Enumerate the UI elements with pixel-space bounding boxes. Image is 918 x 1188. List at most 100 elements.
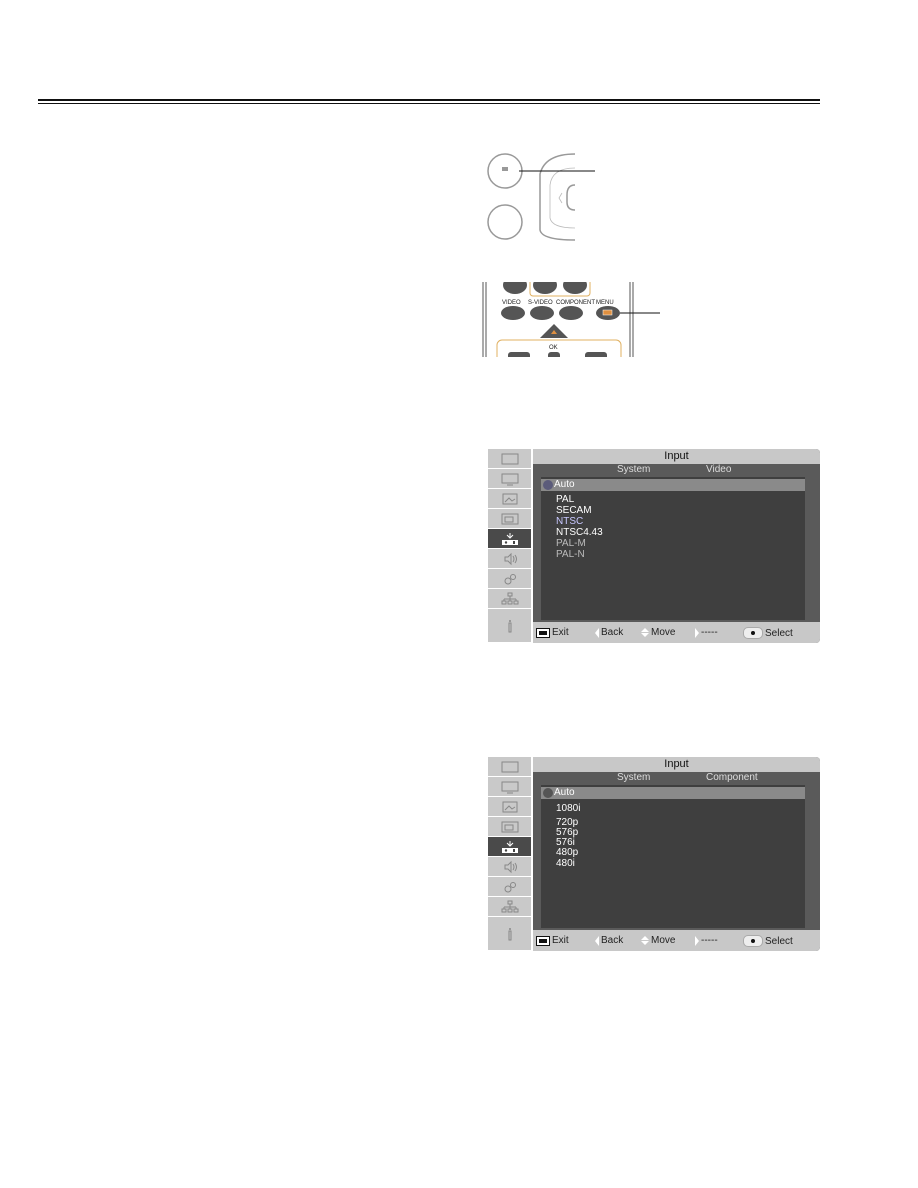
sidebar-item-sound[interactable] [488, 549, 531, 569]
footer-next-label: ----- [701, 627, 718, 638]
header-input-type: Video [706, 464, 732, 475]
sidebar-item-information[interactable] [488, 917, 531, 951]
option-item[interactable]: 480i [556, 858, 575, 869]
option-item[interactable]: 480p [556, 847, 578, 858]
header-rule-bottom [38, 103, 820, 104]
image-adjust-icon [501, 513, 518, 524]
sidebar-item-input[interactable] [488, 837, 531, 857]
footer-select: Select [743, 627, 793, 639]
footer-move-label: Move [651, 627, 676, 638]
display-icon [501, 453, 518, 464]
menu-panel: Input System Component Auto 1080i 720p 5… [533, 757, 820, 951]
information-icon [508, 927, 511, 940]
panel-button [487, 204, 523, 240]
sound-icon [504, 860, 517, 873]
footer-select: Select [743, 935, 793, 947]
option-label: Auto [554, 787, 575, 798]
component-label: COMPONENT [556, 300, 595, 306]
image-select-icon [502, 493, 517, 504]
menu-sidebar [486, 757, 531, 951]
option-list: Auto 1080i 720p 576p 576i 480p 480i [541, 785, 805, 928]
panel-ring-inner [549, 167, 576, 229]
video-label: VIDEO [502, 300, 521, 306]
network-icon [501, 900, 518, 912]
option-item[interactable]: NTSC [556, 516, 583, 527]
footer-next: ----- [695, 627, 718, 638]
header-system: System [617, 464, 651, 475]
menu-header: System Video [533, 464, 820, 476]
sidebar-item-image-adjust[interactable] [488, 817, 531, 837]
menu-key-icon [536, 935, 550, 946]
sidebar-item-image-select[interactable] [488, 797, 531, 817]
network-icon [501, 592, 518, 604]
option-item[interactable]: 1080i [556, 803, 580, 814]
projector-panel-illustration [470, 140, 690, 250]
footer-back-label: Back [601, 627, 624, 638]
option-item[interactable]: PAL [556, 494, 574, 505]
remote-control-illustration: VIDEO S-VIDEO COMPONENT MENU OK [470, 275, 690, 366]
sidebar-item-pc-adjust[interactable] [488, 469, 531, 489]
input-icon [501, 840, 518, 853]
sidebar-item-setting[interactable] [488, 877, 531, 897]
sidebar-item-setting[interactable] [488, 569, 531, 589]
sidebar-item-display[interactable] [488, 449, 531, 469]
option-auto[interactable]: Auto [541, 479, 805, 491]
footer-next-label: ----- [701, 935, 718, 946]
display-icon [501, 761, 518, 772]
left-arrow-icon [595, 627, 599, 638]
menu-button-glyph [502, 167, 508, 171]
sidebar-item-display[interactable] [488, 757, 531, 777]
option-label: Auto [554, 479, 575, 490]
sidebar-item-information[interactable] [488, 609, 531, 643]
footer-back: Back [595, 627, 623, 638]
menu-panel: Input System Video Auto PAL SECAM NTSC N… [533, 449, 820, 643]
option-item[interactable]: PAL-M [556, 538, 586, 549]
svideo-label: S-VIDEO [528, 300, 553, 306]
menu-label: MENU [596, 300, 614, 306]
up-down-arrow-icon [641, 628, 649, 637]
header-rule-top [38, 99, 820, 101]
input-menu-component: Input System Component Auto 1080i 720p 5… [486, 757, 820, 951]
select-key-icon [743, 627, 763, 639]
menu-footer: Exit Back Move ----- Select [533, 622, 820, 643]
option-item[interactable]: NTSC4.43 [556, 527, 603, 538]
sidebar-item-network[interactable] [488, 897, 531, 917]
option-item[interactable]: PAL-N [556, 549, 585, 560]
image-select-icon [502, 801, 517, 812]
select-key-icon [743, 935, 763, 947]
image-adjust-icon [501, 821, 518, 832]
sidebar-item-pc-adjust[interactable] [488, 777, 531, 797]
footer-back-label: Back [601, 935, 624, 946]
footer-next: ----- [695, 935, 718, 946]
setting-icon [504, 573, 516, 584]
menu-key-icon [536, 627, 550, 638]
radio-icon [543, 788, 553, 798]
menu-footer: Exit Back Move ----- Select [533, 930, 820, 951]
sidebar-item-image-select[interactable] [488, 489, 531, 509]
pc-adjust-icon [501, 473, 518, 485]
sidebar-item-image-adjust[interactable] [488, 509, 531, 529]
footer-move-label: Move [651, 935, 676, 946]
input-icon [501, 532, 518, 545]
pc-adjust-icon [501, 781, 518, 793]
panel-ring-outer [539, 153, 576, 241]
menu-title: Input [533, 757, 820, 772]
footer-move: Move [641, 627, 675, 638]
option-item[interactable]: SECAM [556, 505, 592, 516]
footer-move: Move [641, 935, 675, 946]
sidebar-item-network[interactable] [488, 589, 531, 609]
information-icon [508, 619, 511, 632]
footer-select-label: Select [765, 935, 793, 947]
sidebar-item-input[interactable] [488, 529, 531, 549]
option-auto[interactable]: Auto [541, 787, 805, 799]
footer-exit: Exit [536, 935, 569, 946]
header-system: System [617, 772, 651, 783]
panel-left-arrow [558, 192, 563, 204]
input-menu-video: Input System Video Auto PAL SECAM NTSC N… [486, 449, 820, 643]
setting-icon [504, 881, 516, 892]
right-arrow-icon [695, 627, 699, 638]
right-arrow-icon [695, 935, 699, 946]
sidebar-item-sound[interactable] [488, 857, 531, 877]
sound-icon [504, 552, 517, 565]
footer-select-label: Select [765, 627, 793, 639]
